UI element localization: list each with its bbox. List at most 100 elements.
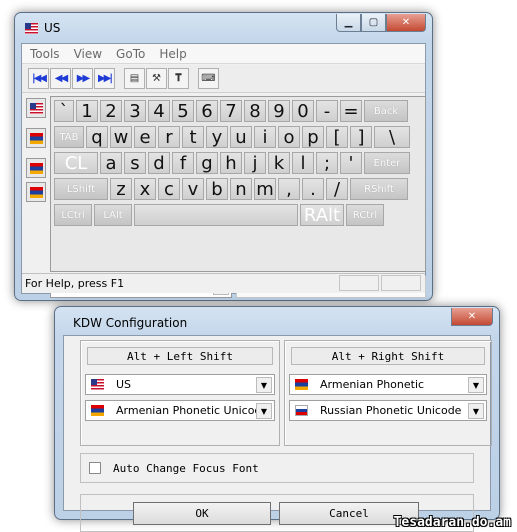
key[interactable]: m	[254, 178, 276, 200]
status-text: For Help, press F1	[25, 277, 125, 290]
key[interactable]: 5	[172, 100, 194, 122]
key[interactable]: '	[340, 152, 362, 174]
key[interactable]: ;	[316, 152, 338, 174]
key[interactable]: t	[182, 126, 204, 148]
key[interactable]: y	[206, 126, 228, 148]
backslash-key[interactable]: \	[374, 126, 410, 148]
key[interactable]: 2	[100, 100, 122, 122]
us-flag-icon	[91, 379, 104, 390]
key[interactable]: q	[86, 126, 108, 148]
caps-lock-key[interactable]: CL	[54, 152, 98, 174]
sidebar-us-button[interactable]	[26, 98, 46, 118]
tab-key[interactable]: TAB	[54, 126, 84, 148]
key[interactable]: k	[268, 152, 290, 174]
prev-icon[interactable]: ◀◀	[50, 68, 71, 89]
right-combo-2[interactable]: Russian Phonetic Unicode ▼	[289, 400, 487, 421]
backspace-key[interactable]: Back	[364, 100, 408, 122]
key-row-5: LCtrl LAlt RAlt RCtrl	[54, 204, 386, 226]
key[interactable]: e	[134, 126, 156, 148]
left-combo-1[interactable]: US ▼	[85, 374, 275, 395]
key[interactable]: ]	[350, 126, 372, 148]
key[interactable]: /	[326, 178, 348, 200]
key[interactable]: o	[278, 126, 300, 148]
key[interactable]: r	[158, 126, 180, 148]
key[interactable]: v	[182, 178, 204, 200]
key[interactable]: 4	[148, 100, 170, 122]
key[interactable]: 9	[268, 100, 290, 122]
ok-button[interactable]: OK	[133, 502, 271, 525]
left-alt-key[interactable]: LAlt	[94, 204, 132, 226]
sidebar-am-button-2[interactable]	[26, 158, 46, 178]
key[interactable]: 0	[292, 100, 314, 122]
key[interactable]: a	[100, 152, 122, 174]
key[interactable]: b	[206, 178, 228, 200]
key[interactable]: l	[292, 152, 314, 174]
group-header: Alt + Left Shift	[87, 347, 273, 365]
key[interactable]: w	[110, 126, 132, 148]
menu-tools[interactable]: Tools	[30, 47, 60, 61]
chevron-down-icon[interactable]: ▼	[256, 377, 272, 393]
right-shift-key[interactable]: RShift	[350, 178, 408, 200]
right-combo-1[interactable]: Armenian Phonetic ▼	[289, 374, 487, 395]
key[interactable]: g	[196, 152, 218, 174]
window-title: US	[25, 21, 60, 35]
properties-icon[interactable]: ▤	[124, 68, 145, 89]
left-combo-2[interactable]: Armenian Phonetic Unicode ▼	[85, 400, 275, 421]
menu-goto[interactable]: GoTo	[116, 47, 145, 61]
key[interactable]: h	[220, 152, 242, 174]
left-shift-key[interactable]: LShift	[54, 178, 108, 200]
key[interactable]: 1	[76, 100, 98, 122]
last-icon[interactable]: ▶▶|	[94, 68, 115, 89]
sidebar-am-button-3[interactable]	[26, 182, 46, 202]
key[interactable]: z	[110, 178, 132, 200]
menu-help[interactable]: Help	[159, 47, 186, 61]
key[interactable]: c	[158, 178, 180, 200]
chevron-down-icon[interactable]: ▼	[256, 403, 272, 419]
group-header: Alt + Right Shift	[291, 347, 485, 365]
key[interactable]: f	[172, 152, 194, 174]
sidebar-am-button[interactable]	[26, 128, 46, 148]
key[interactable]: 7	[220, 100, 242, 122]
menu-view[interactable]: View	[74, 47, 102, 61]
key[interactable]: u	[230, 126, 252, 148]
status-pane	[381, 275, 421, 291]
font-icon[interactable]: 𝐓	[168, 68, 189, 89]
dialog-client: Alt + Left Shift US ▼ Armenian Phonetic …	[63, 335, 492, 532]
key[interactable]: =	[340, 100, 362, 122]
key[interactable]: .	[302, 178, 324, 200]
auto-change-focus-font-checkbox[interactable]	[89, 462, 101, 474]
key[interactable]: 6	[196, 100, 218, 122]
key[interactable]: p	[302, 126, 324, 148]
key[interactable]: n	[230, 178, 252, 200]
minimize-button[interactable]: ▁	[336, 14, 361, 32]
chevron-down-icon[interactable]: ▼	[468, 403, 484, 419]
key[interactable]: 8	[244, 100, 266, 122]
enter-key[interactable]: Enter	[364, 152, 410, 174]
key[interactable]: j	[244, 152, 266, 174]
key[interactable]: `	[54, 100, 74, 122]
key[interactable]: i	[254, 126, 276, 148]
close-button[interactable]: ✕	[386, 14, 426, 32]
key[interactable]: ,	[278, 178, 300, 200]
next-icon[interactable]: ▶▶	[72, 68, 93, 89]
right-ctrl-key[interactable]: RCtrl	[346, 204, 384, 226]
left-ctrl-key[interactable]: LCtrl	[54, 204, 92, 226]
close-button[interactable]: ✕	[451, 308, 493, 326]
am-flag-icon	[91, 405, 104, 416]
combo-value: US	[116, 378, 132, 391]
right-alt-key[interactable]: RAlt	[300, 204, 344, 226]
maximize-button[interactable]: ▢	[361, 14, 386, 32]
key[interactable]: 3	[124, 100, 146, 122]
key[interactable]: x	[134, 178, 156, 200]
keyboard-icon[interactable]: ⌨	[198, 68, 219, 89]
tools-icon[interactable]: ⚒	[146, 68, 167, 89]
key[interactable]: [	[326, 126, 348, 148]
watermark: Tesadaran.do.am	[393, 515, 511, 530]
key[interactable]: d	[148, 152, 170, 174]
key[interactable]: -	[316, 100, 338, 122]
chevron-down-icon[interactable]: ▼	[468, 377, 484, 393]
key[interactable]: s	[124, 152, 146, 174]
first-icon[interactable]: |◀◀	[28, 68, 49, 89]
space-key[interactable]	[134, 204, 298, 226]
am-flag-icon	[29, 162, 43, 174]
